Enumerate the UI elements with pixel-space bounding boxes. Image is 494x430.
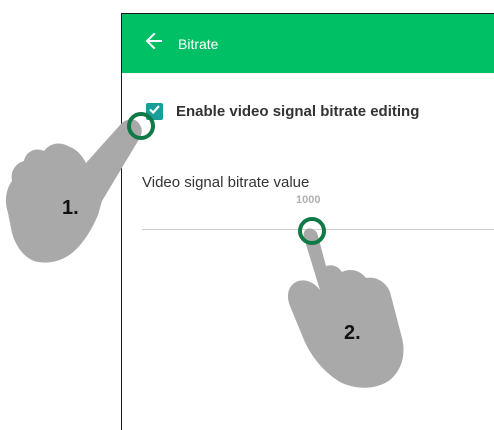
enable-bitrate-editing-label: Enable video signal bitrate editing — [176, 103, 420, 120]
step-2-label: 2. — [344, 322, 361, 344]
enable-bitrate-editing-row[interactable]: Enable video signal bitrate editing — [146, 103, 419, 120]
step-1-label: 1. — [62, 197, 79, 219]
bitrate-value-title: Video signal bitrate value — [142, 174, 310, 191]
touch-indicator-2 — [298, 217, 326, 245]
tutorial-illustration: Bitrate Enable video signal bitrate edit… — [0, 0, 494, 430]
pointing-hand-icon-2 — [284, 222, 409, 399]
bitrate-slider-value: 1000 — [296, 194, 321, 206]
back-button[interactable] — [132, 22, 176, 66]
arrow-left-icon — [145, 32, 163, 55]
touch-indicator-1 — [127, 112, 155, 140]
app-bar: Bitrate — [122, 14, 494, 73]
page-title: Bitrate — [178, 35, 219, 52]
